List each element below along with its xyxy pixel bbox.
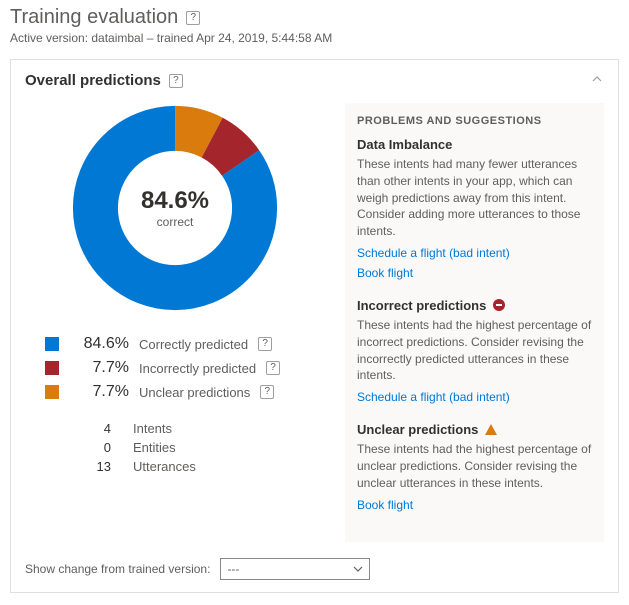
chevron-down-icon (353, 564, 363, 574)
legend-item: 7.7% Unclear predictions ? (45, 383, 325, 401)
donut-center-label: correct (141, 215, 209, 229)
legend-item: 84.6% Correctly predicted ? (45, 335, 325, 353)
compare-version-label: Show change from trained version: (25, 562, 210, 576)
help-icon[interactable]: ? (266, 361, 280, 375)
donut-center-value: 84.6% (141, 187, 209, 215)
count-row: 0 Entities (45, 440, 325, 455)
problem-description: These intents had many fewer utterances … (357, 156, 592, 240)
active-version-label: Active version: dataimbal – trained Apr … (10, 31, 619, 45)
warning-icon (484, 423, 498, 437)
count-value: 4 (45, 421, 133, 436)
compare-version-select[interactable]: --- (220, 558, 370, 580)
select-value: --- (227, 562, 239, 576)
suggestion-link[interactable]: Book flight (357, 498, 592, 512)
problem-item: Data Imbalance These intents had many fe… (357, 137, 592, 280)
count-row: 13 Utterances (45, 459, 325, 474)
counts: 4 Intents 0 Entities 13 Utterances (25, 421, 325, 478)
legend-label: Correctly predicted (139, 337, 248, 352)
count-value: 13 (45, 459, 133, 474)
error-icon (492, 298, 506, 312)
count-row: 4 Intents (45, 421, 325, 436)
help-icon[interactable]: ? (186, 11, 200, 25)
problem-title: Incorrect predictions (357, 298, 486, 313)
predictions-donut-chart: 84.6% correct (70, 103, 280, 313)
help-icon[interactable]: ? (169, 74, 183, 88)
problem-description: These intents had the highest percentage… (357, 441, 592, 491)
legend-label: Incorrectly predicted (139, 361, 256, 376)
suggestion-link[interactable]: Book flight (357, 266, 592, 280)
card-title: Overall predictions (25, 72, 161, 89)
swatch-icon (45, 385, 59, 399)
legend-label: Unclear predictions (139, 385, 250, 400)
problem-item: Unclear predictions These intents had th… (357, 422, 592, 511)
problems-header: PROBLEMS AND SUGGESTIONS (357, 115, 592, 127)
legend-value: 7.7% (69, 359, 129, 377)
suggestion-link[interactable]: Schedule a flight (bad intent) (357, 390, 592, 404)
count-label: Intents (133, 421, 172, 436)
swatch-icon (45, 337, 59, 351)
swatch-icon (45, 361, 59, 375)
problem-title: Unclear predictions (357, 422, 478, 437)
page-title: Training evaluation (10, 6, 178, 29)
count-label: Entities (133, 440, 176, 455)
overall-predictions-card: Overall predictions ? 84.6% (10, 59, 619, 593)
problem-description: These intents had the highest percentage… (357, 317, 592, 384)
legend-item: 7.7% Incorrectly predicted ? (45, 359, 325, 377)
help-icon[interactable]: ? (258, 337, 272, 351)
problem-title: Data Imbalance (357, 137, 452, 152)
count-value: 0 (45, 440, 133, 455)
suggestion-link[interactable]: Schedule a flight (bad intent) (357, 246, 592, 260)
problems-panel: PROBLEMS AND SUGGESTIONS Data Imbalance … (345, 103, 604, 542)
help-icon[interactable]: ? (260, 385, 274, 399)
collapse-chevron-icon[interactable] (590, 72, 604, 89)
legend: 84.6% Correctly predicted ? 7.7% Incorre… (25, 335, 325, 407)
count-label: Utterances (133, 459, 196, 474)
legend-value: 84.6% (69, 335, 129, 353)
legend-value: 7.7% (69, 383, 129, 401)
problem-item: Incorrect predictions These intents had … (357, 298, 592, 404)
